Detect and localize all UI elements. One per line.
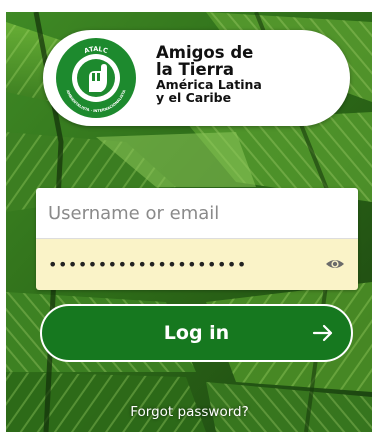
logo-line-4: y el Caribe <box>156 90 232 105</box>
login-screen: ATALC AMBIENTALISTA · INTERNACIONALISTA … <box>0 0 379 432</box>
arrow-right-icon <box>312 324 333 342</box>
password-field[interactable] <box>36 239 358 290</box>
eye-icon[interactable] <box>325 256 345 272</box>
login-form <box>36 188 358 290</box>
forgot-password-link[interactable]: Forgot password? <box>0 404 379 420</box>
login-button[interactable]: Log in <box>40 304 353 362</box>
brand-logo: ATALC AMBIENTALISTA · INTERNACIONALISTA … <box>43 30 350 126</box>
password-input[interactable] <box>48 239 318 289</box>
raised-fist-icon: ATALC AMBIENTALISTA · INTERNACIONALISTA <box>56 38 136 118</box>
username-field[interactable] <box>36 188 358 239</box>
logo-line-2: la Tierra <box>156 60 235 79</box>
login-button-label: Log in <box>163 322 230 344</box>
username-input[interactable] <box>48 188 318 238</box>
logo-wordmark: Amigos de la Tierra América Latina y el … <box>156 44 336 104</box>
logo-line-1: Amigos de <box>156 43 254 62</box>
